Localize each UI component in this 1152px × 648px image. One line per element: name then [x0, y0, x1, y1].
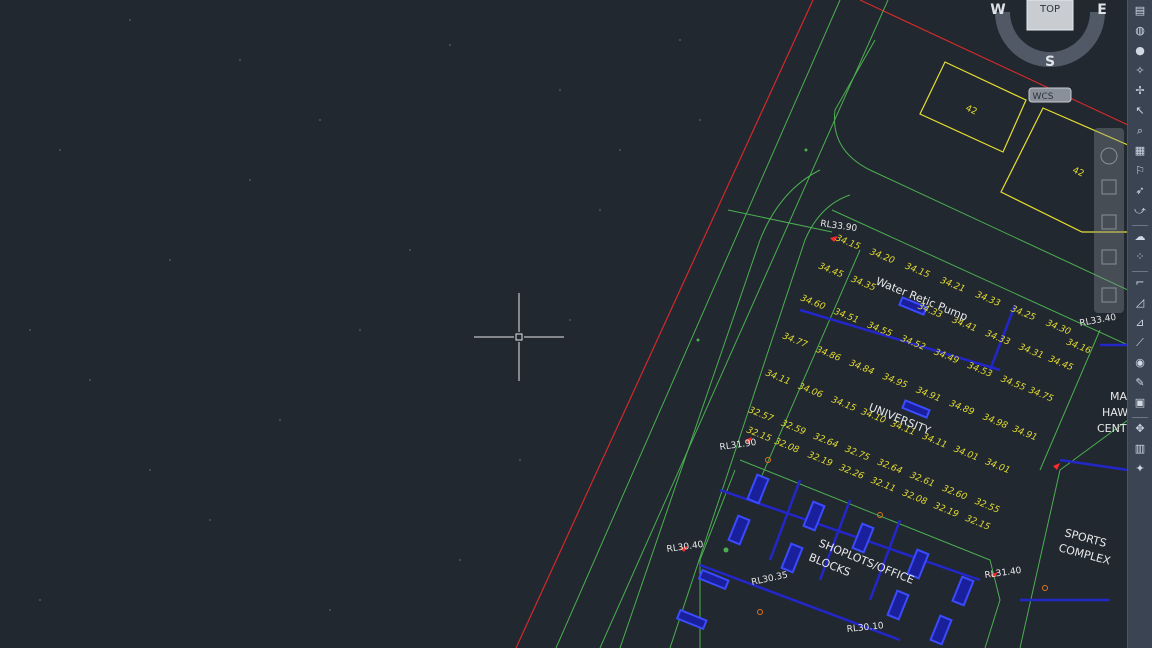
spot-level: 32.60	[941, 484, 969, 503]
spot-level: 34.91	[914, 385, 942, 404]
layer-properties-icon[interactable]: ▤	[1131, 3, 1149, 19]
calculator-icon[interactable]: ▣	[1131, 395, 1149, 411]
spot-level: 32.26	[838, 463, 866, 482]
line-icon[interactable]: ⟋	[1131, 335, 1149, 351]
hook-icon[interactable]: ⤻	[1131, 203, 1149, 219]
navigation-bar[interactable]	[1094, 128, 1124, 313]
toolbar-separator	[1132, 417, 1148, 418]
spot-level: 34.75	[1027, 386, 1055, 405]
spot-level: 34.33	[974, 290, 1002, 309]
compass-south[interactable]: S	[1045, 54, 1055, 70]
viewcube[interactable]: TOP W E S WCS	[990, 0, 1107, 103]
spot-level: 34.15	[834, 234, 862, 253]
spot-level: 32.59	[779, 419, 807, 438]
spot-level: 34.52	[899, 334, 927, 353]
spot-level: 34.55	[866, 320, 894, 339]
spot-level: 32.08	[773, 437, 801, 456]
ball-icon[interactable]: ◉	[1131, 355, 1149, 371]
table-icon[interactable]: ▦	[1131, 143, 1149, 159]
spot-level: 34.21	[939, 276, 967, 295]
spot-level: 34.86	[814, 345, 842, 364]
spot-level: 34.20	[868, 247, 896, 266]
spot-level: 34.31	[1017, 342, 1045, 361]
grid-icon[interactable]: ▥	[1131, 441, 1149, 457]
pointer-icon[interactable]: ➶	[1131, 183, 1149, 199]
spot-level: 32.75	[843, 444, 871, 463]
spot-level: 34.11	[764, 369, 792, 388]
drawing-canvas[interactable]: 42 42 34.15 34.20 34.15 34.21 34.33 34.2…	[0, 0, 1128, 648]
spot-level: 32.64	[812, 432, 840, 451]
earth-icon[interactable]: ●	[1131, 43, 1149, 59]
background-dots	[29, 19, 701, 611]
spot-level: 34.33	[984, 329, 1012, 348]
spot-level: 32.11	[869, 476, 897, 495]
spot-level: 34.77	[781, 332, 809, 351]
spot-level: 34.30	[1044, 319, 1072, 338]
hawker-label-3: CENT	[1097, 422, 1127, 435]
star-icon[interactable]: ✦	[1131, 461, 1149, 477]
rl-label: RL31.40	[984, 566, 1022, 581]
spot-level: 34.45	[817, 262, 845, 281]
spot-level: 34.95	[881, 372, 909, 391]
spot-level: 34.45	[1047, 354, 1075, 373]
spot-level: 34.89	[948, 399, 976, 418]
compass-east[interactable]: E	[1097, 2, 1107, 18]
spot-level: 32.61	[908, 471, 936, 490]
snap-icon[interactable]: ✧	[1131, 63, 1149, 79]
hawker-label-2: HAWK	[1102, 406, 1128, 419]
rl-label: RL30.35	[751, 570, 789, 587]
zoom-object-icon[interactable]: ⌕	[1131, 123, 1149, 139]
rl-label: RL31.90	[719, 438, 757, 453]
flag-icon[interactable]: ⚐	[1131, 163, 1149, 179]
spot-level: 34.98	[981, 412, 1009, 431]
pin-icon[interactable]: ✢	[1131, 83, 1149, 99]
hawker-label-1: MA	[1110, 390, 1127, 403]
building-number-1: 42	[964, 104, 979, 118]
spot-level: 34.01	[984, 457, 1012, 476]
spot-level: 34.01	[952, 445, 980, 464]
snap-points-icon[interactable]: ⁘	[1131, 249, 1149, 265]
spot-level: 34.55	[999, 374, 1027, 393]
viewcube-top-label: TOP	[1039, 4, 1060, 15]
rl-label: RL30.40	[666, 540, 704, 555]
crosshair-cursor	[474, 293, 564, 381]
spot-level: 34.49	[932, 347, 960, 366]
chart-icon[interactable]: ⊿	[1131, 315, 1149, 331]
select-similar-icon[interactable]: ✥	[1131, 421, 1149, 437]
spot-level: 34.06	[796, 382, 824, 401]
spot-level: 34.35	[849, 275, 877, 294]
spot-level: 32.15	[964, 514, 992, 533]
spot-level: 34.91	[1011, 424, 1039, 443]
spot-level: 34.16	[1065, 338, 1093, 357]
spot-level: 32.19	[932, 501, 960, 520]
ucs-label: WCS	[1033, 92, 1054, 102]
spot-level: 34.15	[903, 262, 931, 281]
pen-icon[interactable]: ✎	[1131, 375, 1149, 391]
spot-level: 34.84	[848, 358, 876, 377]
corner-icon[interactable]: ⌐	[1131, 275, 1149, 291]
toolbar-separator	[1132, 271, 1148, 272]
cloud-icon[interactable]: ☁	[1131, 229, 1149, 245]
rl-label: RL33.90	[820, 219, 858, 234]
building-number-2: 42	[1071, 166, 1086, 180]
spot-level: 34.15	[830, 395, 858, 414]
spot-level: 34.25	[1009, 304, 1037, 323]
spot-level: 32.64	[876, 458, 904, 477]
spot-level: 32.57	[747, 406, 775, 425]
select-cursor-icon[interactable]: ↖	[1131, 103, 1149, 119]
spot-level: 32.08	[901, 488, 929, 507]
globe-icon[interactable]: ◍	[1131, 23, 1149, 39]
toolbar-separator	[1132, 225, 1148, 226]
spot-level: 32.19	[806, 450, 834, 469]
rl-label: RL33.40	[1079, 313, 1117, 329]
right-tool-palette: ▤ ◍ ● ✧ ✢ ↖ ⌕ ▦ ⚐ ➶ ⤻ ☁ ⁘ ⌐ ◿ ⊿ ⟋ ◉ ✎ ▣ ✥ ▥ ✦	[1127, 0, 1152, 648]
triangle-icon[interactable]: ◿	[1131, 295, 1149, 311]
compass-west[interactable]: W	[990, 2, 1005, 18]
spot-level: 32.55	[973, 497, 1001, 516]
